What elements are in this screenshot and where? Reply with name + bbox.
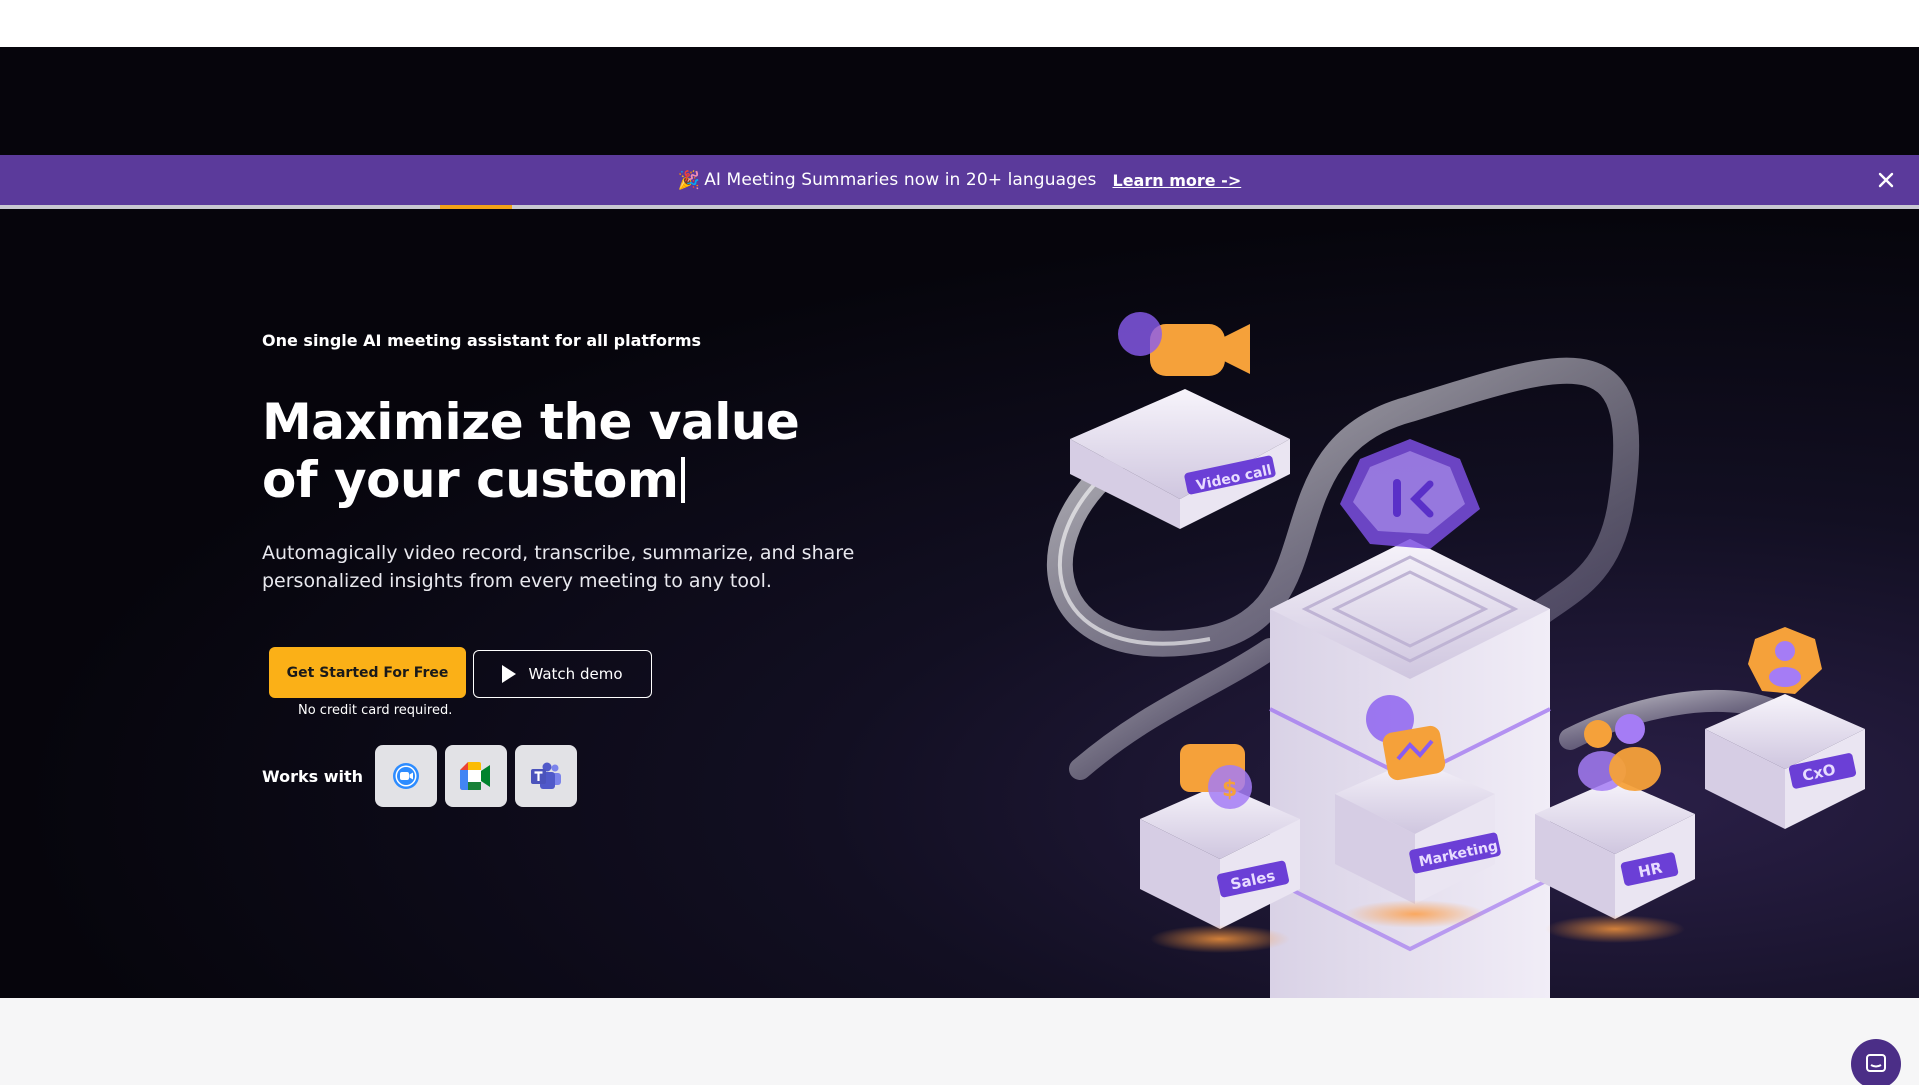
typing-cursor	[681, 457, 686, 503]
google-meet-icon[interactable]	[445, 745, 507, 807]
announcement-banner: 🎉 AI Meeting Summaries now in 20+ langua…	[0, 155, 1919, 205]
svg-text:$: $	[1222, 777, 1237, 802]
party-popper-icon: 🎉	[677, 169, 701, 191]
chat-icon	[1866, 1054, 1886, 1072]
chat-launcher-button[interactable]	[1851, 1039, 1901, 1085]
headline-line-2: of your custom	[262, 451, 679, 509]
navigation-bar	[0, 47, 1919, 155]
no-credit-card-note: No credit card required.	[298, 703, 453, 718]
hero-section: One single AI meeting assistant for all …	[0, 209, 1919, 998]
close-icon[interactable]	[1875, 169, 1897, 191]
hero-eyebrow: One single AI meeting assistant for all …	[262, 331, 702, 350]
ai-assistant-illustration: Video call $ Sales Marketing HR CxO	[1046, 312, 1865, 998]
zoom-icon[interactable]	[375, 745, 437, 807]
works-with-label: Works with	[262, 767, 363, 786]
top-white-bar	[0, 0, 1919, 47]
get-started-button[interactable]: Get Started For Free	[269, 647, 466, 698]
watch-demo-button[interactable]: Watch demo	[473, 650, 652, 698]
microsoft-teams-icon[interactable]	[515, 745, 577, 807]
learn-more-link[interactable]: Learn more ->	[1113, 171, 1242, 190]
hero-subtitle: Automagically video record, transcribe, …	[262, 542, 855, 592]
hero-headline: Maximize the value of your custom	[262, 393, 800, 509]
play-icon	[502, 665, 517, 683]
headline-line-1: Maximize the value	[262, 393, 800, 451]
watch-demo-label: Watch demo	[528, 665, 623, 683]
announcement-message: AI Meeting Summaries now in 20+ language…	[704, 170, 1097, 190]
